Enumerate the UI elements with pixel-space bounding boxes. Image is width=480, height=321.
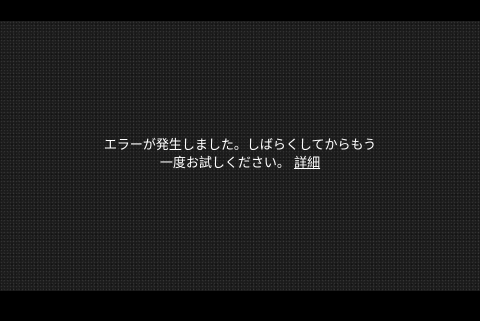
- details-link[interactable]: 詳細: [294, 156, 320, 171]
- error-message-line-2: 一度お試しください。: [159, 156, 290, 171]
- video-player-frame: エラーが発生しました。しばらくしてからもう 一度お試しください。 詳細: [0, 0, 480, 321]
- error-message: エラーが発生しました。しばらくしてからもう 一度お試しください。 詳細: [0, 137, 480, 173]
- error-message-line-1: エラーが発生しました。しばらくしてからもう: [103, 138, 377, 153]
- error-message-line-2-container: 一度お試しください。 詳細: [0, 155, 480, 173]
